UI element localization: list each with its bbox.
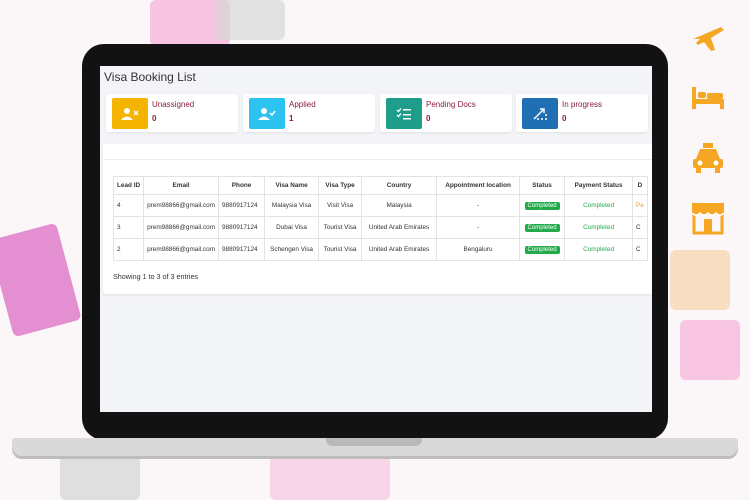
column-header[interactable]: Visa Name — [264, 176, 320, 195]
stat-card-count: 0 — [562, 114, 567, 123]
appointment-location-cell: - — [436, 216, 521, 239]
column-header[interactable]: Lead ID — [112, 176, 145, 195]
lead-id-cell: 3 — [112, 216, 145, 239]
stat-card-count: 0 — [426, 114, 431, 123]
stat-card-count: 1 — [289, 114, 294, 123]
email-cell: prem98866@gmail.com — [143, 194, 220, 217]
column-header[interactable]: Email — [143, 176, 220, 195]
column-header[interactable]: Payment Status — [564, 176, 634, 195]
list-check-icon — [386, 98, 422, 129]
stat-card-label: Applied — [289, 100, 316, 109]
visa-name-cell: Dubai Visa — [264, 216, 320, 239]
progress-arrow-icon — [522, 98, 558, 129]
table-header-row: Lead ID Email Phone Visa Name Visa Type … — [112, 176, 648, 195]
background-shopping-figure — [270, 456, 390, 500]
laptop-notch — [326, 438, 422, 446]
phone-cell: 9880917124 — [218, 238, 266, 261]
visa-type-cell: Visit Visa — [318, 194, 363, 217]
appointment-location-cell: - — [436, 194, 521, 217]
background-bag — [0, 222, 82, 338]
app-screen: Visa Booking List Unassigned 0 Applied 1… — [100, 66, 652, 412]
status-badge: Completed — [524, 201, 560, 210]
country-cell: Malaysia — [361, 194, 438, 217]
status-cell: Completed — [519, 194, 566, 217]
table-row[interactable]: 4 prem98866@gmail.com 9880917124 Malaysi… — [112, 194, 648, 217]
status-badge: Completed — [524, 223, 560, 232]
column-header[interactable]: Phone — [218, 176, 266, 195]
column-header[interactable]: D — [632, 176, 648, 195]
appointment-location-cell: Bengaluru — [436, 238, 521, 261]
stat-card-label: In progress — [562, 100, 603, 109]
user-check-icon — [249, 98, 285, 129]
side-icons — [690, 20, 730, 260]
payment-status-cell: Completed — [564, 194, 634, 217]
country-cell: United Arab Emirates — [361, 238, 438, 261]
email-cell: prem98866@gmail.com — [143, 238, 220, 261]
stat-card-applied[interactable]: Applied 1 — [243, 94, 375, 132]
lead-id-cell: 4 — [112, 194, 145, 217]
taxi-icon — [690, 140, 726, 176]
divider — [103, 159, 652, 160]
airplane-icon — [690, 20, 726, 56]
status-cell: Completed — [519, 238, 566, 261]
table-row[interactable]: 2 prem98866@gmail.com 9880917124 Schenge… — [112, 238, 648, 261]
payment-status-cell: Completed — [564, 238, 634, 261]
phone-cell: 9880917124 — [218, 216, 266, 239]
visa-type-cell: Tourist Visa — [318, 216, 363, 239]
visa-name-cell: Schengen Visa — [264, 238, 320, 261]
stat-card-unassigned[interactable]: Unassigned 0 — [106, 94, 238, 132]
phone-cell: 9880917124 — [218, 194, 266, 217]
background-shopping-figure — [60, 456, 140, 500]
stat-card-count: 0 — [152, 114, 157, 123]
lead-id-cell: 2 — [112, 238, 145, 261]
background-shopping-figure — [215, 0, 285, 40]
stat-card-label: Pending Docs — [426, 100, 476, 109]
page-title: Visa Booking List — [104, 70, 196, 84]
store-icon — [690, 200, 726, 236]
background-bag — [680, 320, 740, 380]
visa-booking-table: Lead ID Email Phone Visa Name Visa Type … — [112, 176, 648, 261]
extra-cell: C — [632, 238, 648, 261]
stat-card-in-progress[interactable]: In progress 0 — [516, 94, 648, 132]
visa-name-cell: Malaysia Visa — [264, 194, 320, 217]
extra-cell: C — [632, 216, 648, 239]
pagination-info: Showing 1 to 3 of 3 entries — [113, 272, 199, 281]
extra-cell: Pe — [632, 194, 648, 217]
payment-status-cell: Completed — [564, 216, 634, 239]
column-header[interactable]: Status — [519, 176, 566, 195]
column-header[interactable]: Country — [361, 176, 438, 195]
stat-card-pending-docs[interactable]: Pending Docs 0 — [380, 94, 512, 132]
email-cell: prem98866@gmail.com — [143, 216, 220, 239]
status-badge: Completed — [524, 245, 560, 254]
column-header[interactable]: Appointment location — [436, 176, 521, 195]
column-header[interactable]: Visa Type — [318, 176, 363, 195]
table-row[interactable]: 3 prem98866@gmail.com 9880917124 Dubai V… — [112, 216, 648, 239]
status-cell: Completed — [519, 216, 566, 239]
country-cell: United Arab Emirates — [361, 216, 438, 239]
user-x-icon — [112, 98, 148, 129]
visa-type-cell: Tourist Visa — [318, 238, 363, 261]
bed-icon — [690, 80, 726, 116]
stat-card-label: Unassigned — [152, 100, 195, 109]
